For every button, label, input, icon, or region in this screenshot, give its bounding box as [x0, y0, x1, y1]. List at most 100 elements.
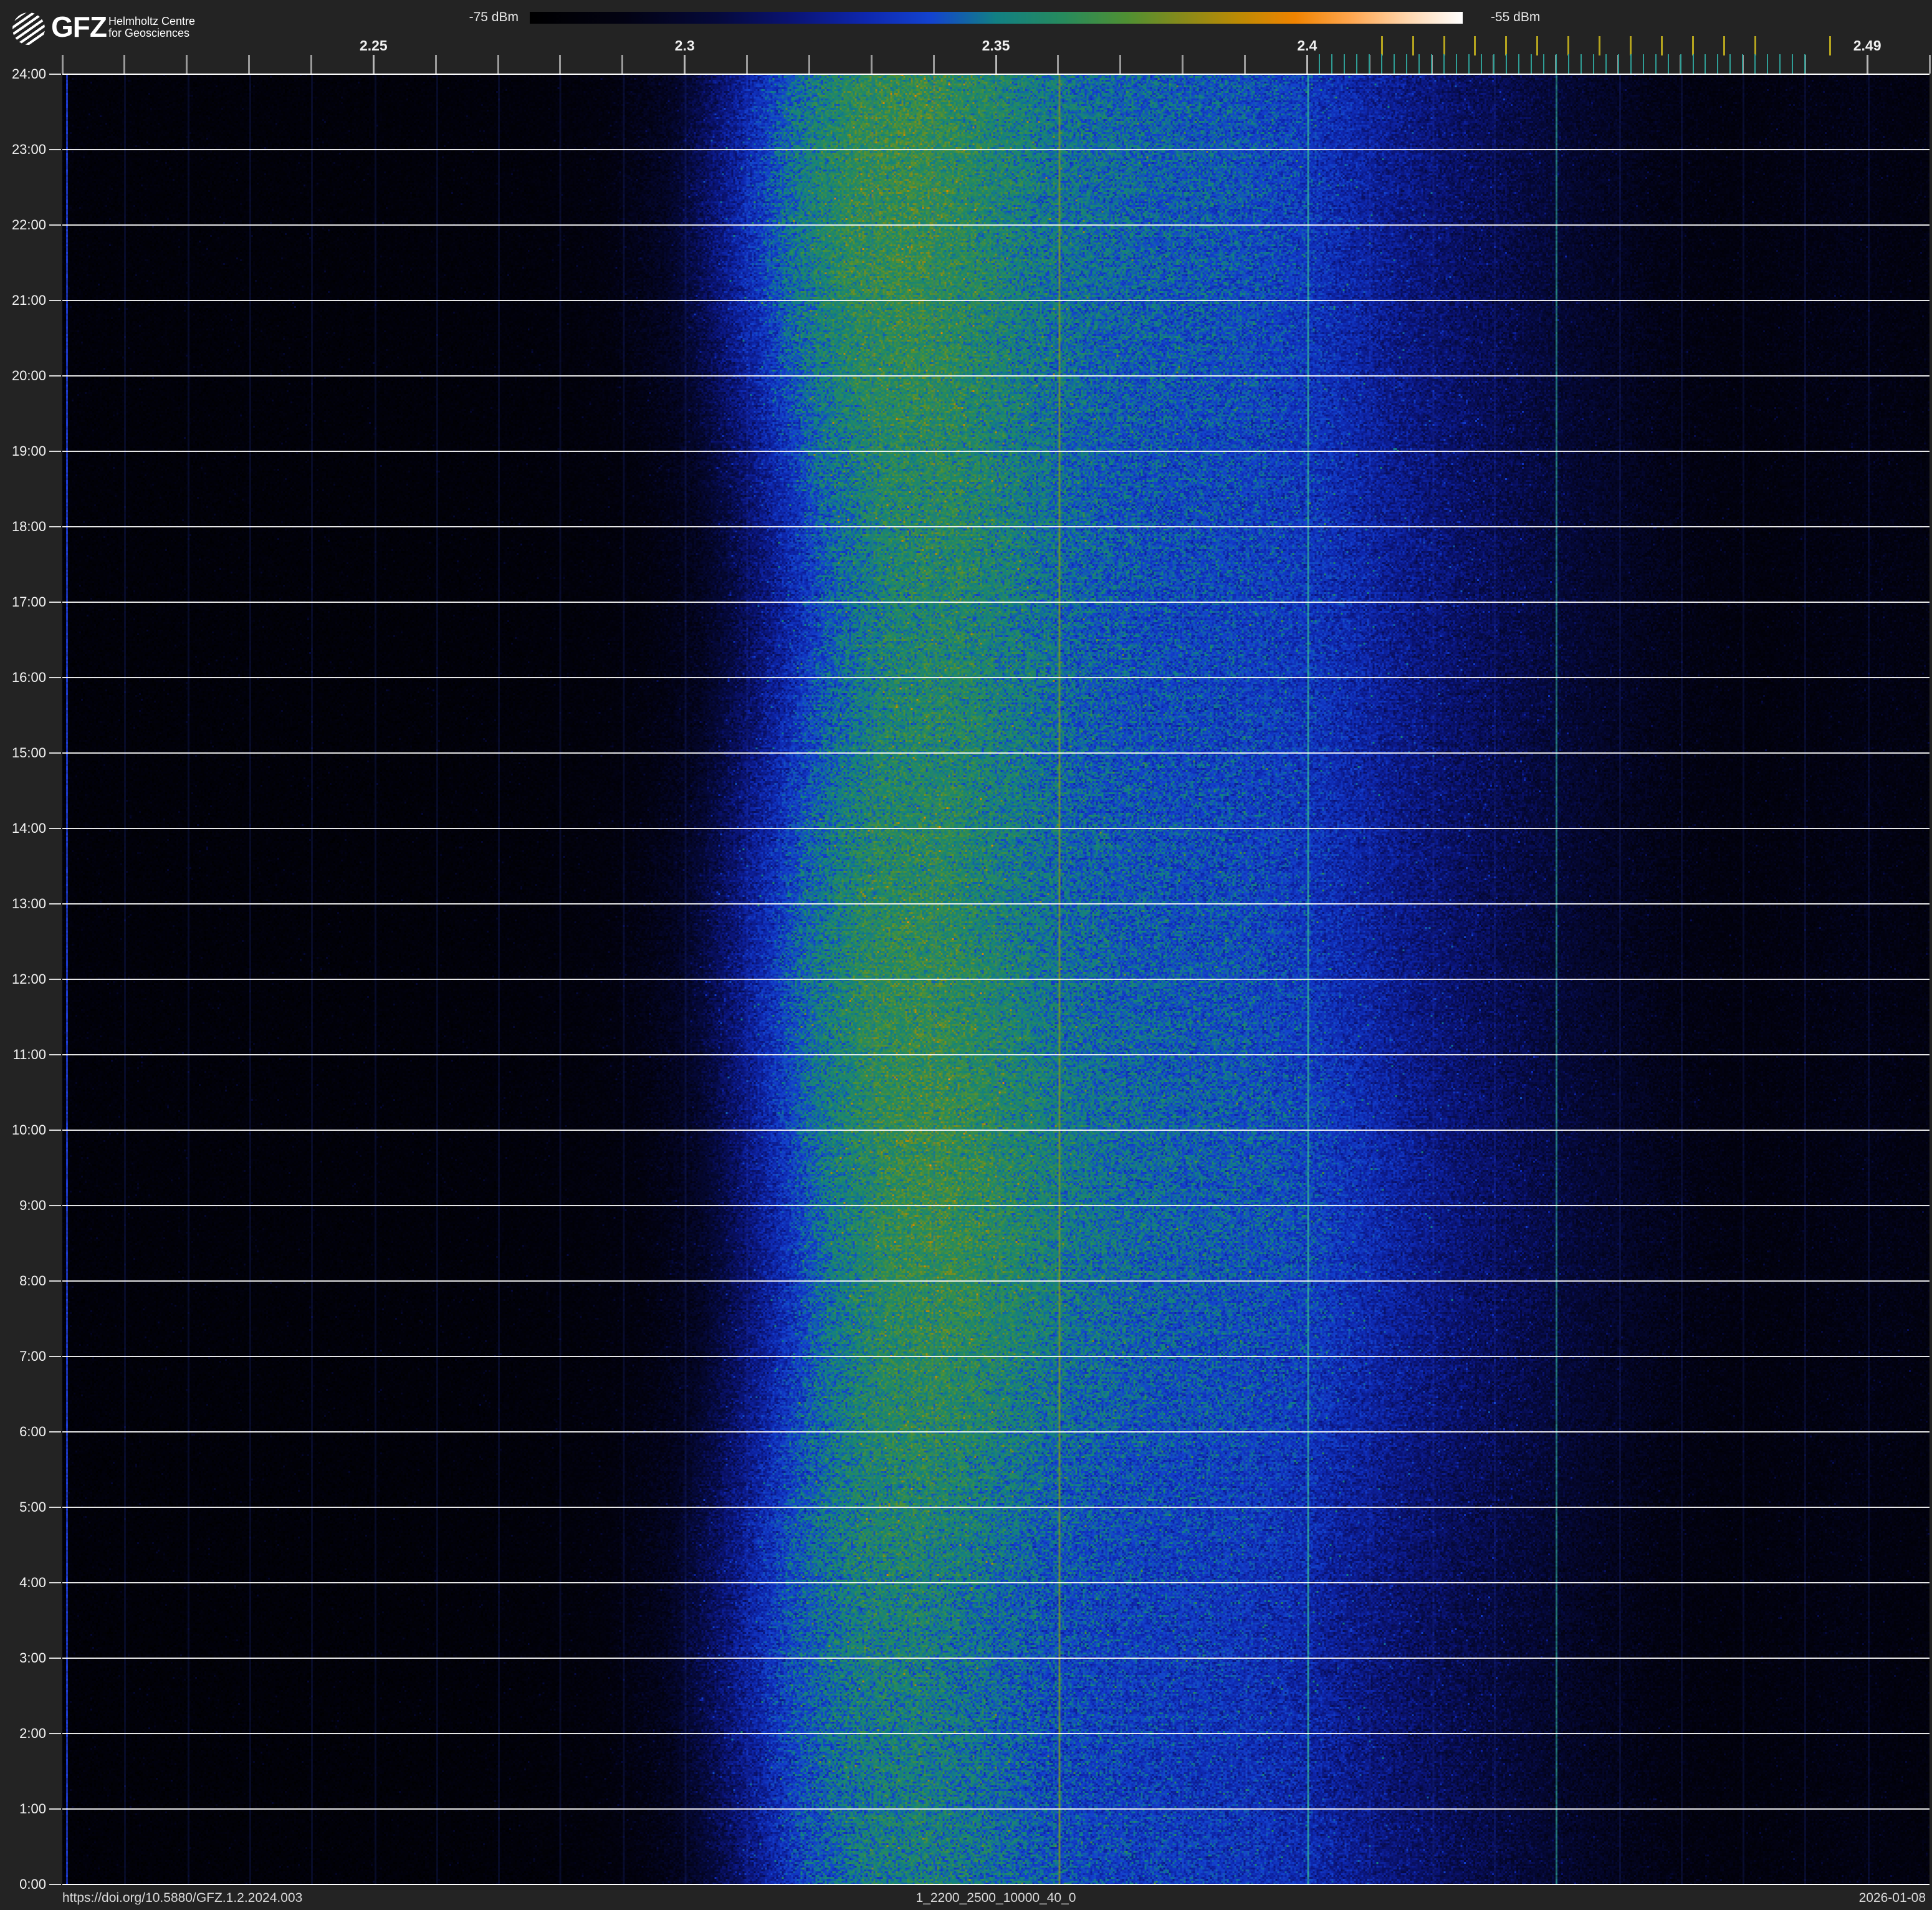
ble-channel-tick	[1555, 54, 1557, 74]
ble-channel-tick	[1530, 54, 1532, 74]
freq-minor-tick	[559, 55, 562, 74]
hour-label: 1:00	[19, 1801, 46, 1816]
hour-gridline	[62, 224, 1930, 226]
freq-minor-tick	[248, 55, 251, 74]
hour-tick	[49, 752, 61, 754]
freq-minor-tick	[310, 55, 312, 74]
ble-channel-tick	[1729, 54, 1731, 74]
hour-label: 23:00	[11, 142, 46, 157]
hour-tick	[49, 1130, 61, 1131]
wifi-channel-tick	[1754, 36, 1756, 55]
ble-channel-tick	[1468, 54, 1470, 74]
logo-subtitle: Helmholtz Centre for Geosciences	[108, 16, 195, 39]
ble-channel-tick	[1369, 54, 1370, 74]
hour-tick	[49, 375, 61, 377]
ble-channel-tick	[1356, 54, 1358, 74]
date-label: 2026-01-08	[1858, 1891, 1926, 1905]
hour-tick	[49, 602, 61, 603]
wifi-channel-tick	[1505, 36, 1508, 55]
hour-tick	[49, 903, 61, 905]
hour-gridline	[62, 677, 1930, 678]
hour-tick	[49, 1356, 61, 1357]
hour-tick	[49, 1582, 61, 1583]
hour-tick	[49, 1054, 61, 1055]
doi-link: https://doi.org/10.5880/GFZ.1.2.2024.003	[62, 1891, 303, 1905]
hour-gridline	[62, 1582, 1930, 1583]
freq-major-tick	[684, 55, 686, 74]
ble-channel-tick	[1456, 54, 1457, 74]
hour-tick	[49, 1808, 61, 1810]
hour-label: 9:00	[19, 1197, 46, 1213]
hour-label: 0:00	[19, 1876, 46, 1892]
ble-channel-tick	[1680, 54, 1681, 74]
hour-gridline	[62, 1205, 1930, 1206]
wifi-channel-tick	[1380, 36, 1383, 55]
hour-label: 2:00	[19, 1725, 46, 1741]
hour-tick	[49, 451, 61, 452]
hour-label: 18:00	[11, 519, 46, 534]
hour-tick	[49, 828, 61, 829]
ble-channel-tick	[1394, 54, 1395, 74]
ble-channel-tick	[1792, 54, 1794, 74]
ble-channel-tick	[1443, 54, 1445, 74]
ble-channel-tick	[1655, 54, 1657, 74]
ble-channel-tick	[1319, 54, 1321, 74]
hour-label: 21:00	[11, 292, 46, 308]
ble-channel-tick	[1493, 54, 1494, 74]
hour-gridline	[62, 526, 1930, 527]
wifi-channel-tick	[1661, 36, 1663, 55]
hour-label: 17:00	[11, 594, 46, 610]
ble-channel-tick	[1431, 54, 1433, 74]
ble-channel-tick	[1418, 54, 1420, 74]
hour-tick	[49, 1205, 61, 1206]
page: GFZ Helmholtz Centre for Geosciences -75…	[0, 0, 1932, 1910]
hour-gridline	[62, 1733, 1930, 1734]
hour-label: 10:00	[11, 1122, 46, 1138]
hour-tick	[49, 677, 61, 678]
hour-gridline	[62, 1507, 1930, 1508]
freq-tick-label: 2.49	[1853, 37, 1882, 54]
hour-label: 5:00	[19, 1499, 46, 1515]
ble-channel-tick	[1742, 54, 1744, 74]
freq-minor-tick	[932, 55, 935, 74]
hour-gridline	[62, 1054, 1930, 1055]
hour-tick	[49, 1658, 61, 1659]
colorbar	[530, 12, 1463, 24]
wifi-channel-tick	[1567, 36, 1570, 55]
freq-major-tick	[372, 55, 375, 74]
hour-gridline	[62, 451, 1930, 452]
logo-org-name: GFZ	[51, 11, 107, 43]
ble-channel-tick	[1480, 54, 1482, 74]
freq-minor-tick	[497, 55, 499, 74]
hour-label: 16:00	[11, 669, 46, 685]
hour-tick	[49, 1507, 61, 1508]
ble-channel-tick	[1592, 54, 1594, 74]
hour-tick	[49, 1431, 61, 1432]
hour-gridline	[62, 149, 1930, 150]
wifi-channel-tick	[1412, 36, 1414, 55]
wifi-channel-tick	[1692, 36, 1694, 55]
freq-major-tick	[1306, 55, 1308, 74]
ble-channel-tick	[1630, 54, 1632, 74]
freq-minor-tick	[1182, 55, 1184, 74]
logo-subtitle-line2: for Geosciences	[108, 27, 190, 39]
hour-gridline	[62, 979, 1930, 980]
colorbar-min-label: -75 dBm	[469, 10, 519, 24]
ble-channel-tick	[1642, 54, 1644, 74]
wifi-channel-tick	[1443, 36, 1445, 55]
freq-tick-label: 2.25	[359, 37, 388, 54]
hour-label: 20:00	[11, 368, 46, 383]
measurement-title: 1_2200_2500_10000_40_0	[916, 1891, 1076, 1905]
ble-channel-tick	[1518, 54, 1519, 74]
freq-major-tick	[995, 55, 997, 74]
wifi-channel-tick	[1829, 36, 1831, 55]
hour-label: 14:00	[11, 820, 46, 836]
freq-tick-label: 2.3	[674, 37, 695, 54]
colorbar-max-label: -55 dBm	[1491, 10, 1541, 24]
ble-channel-tick	[1580, 54, 1582, 74]
freq-minor-tick	[808, 55, 810, 74]
freq-minor-tick	[1057, 55, 1059, 74]
freq-major-tick	[1866, 55, 1868, 74]
hour-label: 22:00	[11, 217, 46, 233]
freq-minor-tick	[870, 55, 873, 74]
